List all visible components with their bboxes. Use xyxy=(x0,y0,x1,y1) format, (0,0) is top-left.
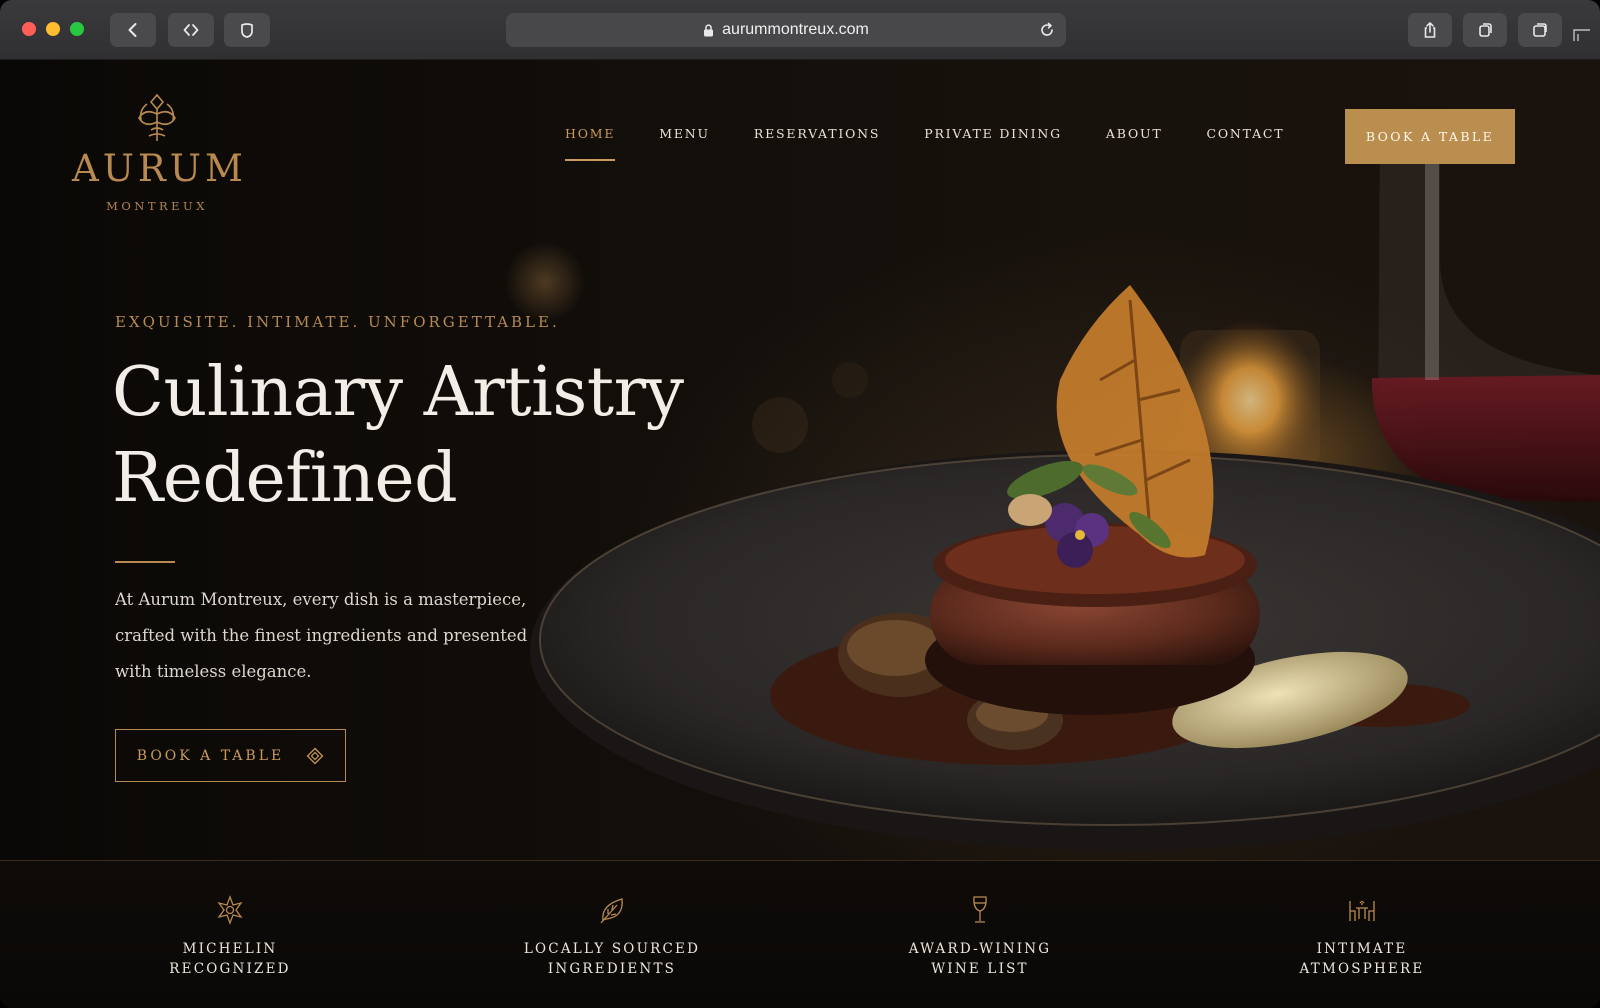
book-table-hero-button[interactable]: BOOK A TABLE xyxy=(115,729,346,782)
book-table-header-button[interactable]: BOOK A TABLE xyxy=(1345,109,1515,164)
back-button[interactable] xyxy=(110,13,156,47)
copy-tab-icon xyxy=(1479,23,1492,37)
reload-icon[interactable] xyxy=(1038,21,1056,39)
forward-button[interactable] xyxy=(168,13,214,47)
lock-icon xyxy=(704,23,714,36)
brand-logo[interactable]: AURUM MONTREUX xyxy=(72,92,247,213)
maximize-window-button[interactable] xyxy=(70,22,84,36)
share-icon xyxy=(1424,22,1436,38)
hero-headline-line1: Culinary Artistry xyxy=(112,353,684,432)
feature-label: AWARD-WINING WINE LIST xyxy=(908,941,1052,977)
feature-atmosphere: INTIMATE ATMOSPHERE xyxy=(1232,895,1492,979)
leaf-icon xyxy=(600,898,623,924)
brand-location: MONTREUX xyxy=(106,199,208,213)
dining-table-icon xyxy=(1349,900,1375,921)
address-text: aurummontreux.com xyxy=(722,21,869,38)
hero-section: AURUM MONTREUX HOME MENU RESERVATIONS PR… xyxy=(0,60,1600,860)
diamond-icon xyxy=(306,747,324,764)
book-table-hero-label: BOOK A TABLE xyxy=(136,747,285,764)
nav-item-contact[interactable]: CONTACT xyxy=(1207,126,1285,156)
shield-icon xyxy=(241,23,253,38)
address-bar[interactable]: aurummontreux.com xyxy=(506,13,1066,47)
nav-item-home[interactable]: HOME xyxy=(565,126,616,161)
nav-item-menu[interactable]: MENU xyxy=(659,126,710,156)
window-corner-icon xyxy=(1573,29,1590,41)
wine-glass-icon xyxy=(973,896,987,923)
browser-window: aurummontreux.com AURUM MONTREUX HOME ME… xyxy=(0,0,1600,1008)
feature-wine: AWARD-WINING WINE LIST xyxy=(850,895,1110,979)
tab-overview-button[interactable] xyxy=(1518,13,1562,47)
hero-eyebrow: EXQUISITE. INTIMATE. UNFORGETTABLE. xyxy=(115,313,560,331)
hero-headline-line2: Redefined xyxy=(112,439,458,518)
hero-description: At Aurum Montreux, every dish is a maste… xyxy=(115,590,528,681)
tabs-icon xyxy=(1533,23,1547,37)
nav-item-about[interactable]: ABOUT xyxy=(1106,126,1163,156)
code-brackets-icon xyxy=(183,24,199,36)
feature-label: LOCALLY SOURCED INGREDIENTS xyxy=(523,941,701,977)
feature-michelin: MICHELIN RECOGNIZED xyxy=(100,895,360,979)
nav-item-private-dining[interactable]: PRIVATE DINING xyxy=(924,126,1062,156)
minimize-window-button[interactable] xyxy=(46,22,60,36)
features-bar: MICHELIN RECOGNIZED LOCALLY SOURCED INGR… xyxy=(0,860,1600,1008)
gold-divider xyxy=(115,561,175,563)
chevron-left-icon xyxy=(128,23,137,37)
feature-label: MICHELIN RECOGNIZED xyxy=(169,941,291,977)
michelin-star-icon xyxy=(217,895,243,925)
sidebar-toggle-button[interactable] xyxy=(224,13,270,47)
feature-label: INTIMATE ATMOSPHERE xyxy=(1299,941,1425,977)
hero-headline: Culinary Artistry Redefined xyxy=(112,350,812,522)
logo-crest-icon xyxy=(138,93,176,141)
share-button[interactable] xyxy=(1408,13,1452,47)
brand-name: AURUM xyxy=(72,147,247,190)
main-nav: HOME MENU RESERVATIONS PRIVATE DINING AB… xyxy=(565,126,1328,161)
browser-toolbar: aurummontreux.com xyxy=(0,0,1600,60)
nav-item-reservations[interactable]: RESERVATIONS xyxy=(754,126,880,156)
feature-local: LOCALLY SOURCED INGREDIENTS xyxy=(482,895,742,979)
new-tab-button[interactable] xyxy=(1463,13,1507,47)
close-window-button[interactable] xyxy=(22,22,36,36)
